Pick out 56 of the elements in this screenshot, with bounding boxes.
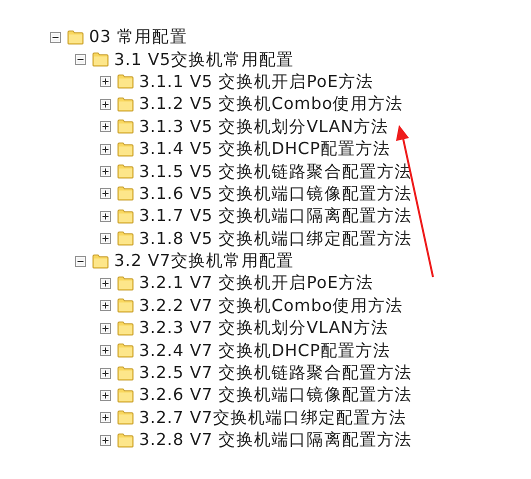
folder-icon [117, 186, 134, 202]
tree-item-label[interactable]: 3.1 V5交换机常用配置 [114, 48, 294, 71]
folder-icon [117, 231, 134, 246]
expander-icon[interactable] [100, 210, 111, 222]
tree-item-label[interactable]: 3.1.8 V5 交换机端口绑定配置方法 [139, 228, 412, 250]
tree-item-label[interactable]: 3.2.3 V7 交换机划分VLAN方法 [139, 317, 389, 340]
expander-icon[interactable] [100, 166, 111, 178]
expander-icon[interactable] [100, 121, 111, 132]
expander-icon[interactable] [100, 412, 111, 424]
folder-icon [117, 320, 134, 336]
folder-icon [117, 164, 134, 180]
tree-item-label[interactable]: 3.1.1 V5 交换机开启PoE方法 [139, 70, 374, 93]
folder-icon [117, 410, 134, 426]
folder-icon [67, 30, 84, 45]
tree-item-label[interactable]: 3.2.1 V7 交换机开启PoE方法 [139, 272, 374, 294]
expander-icon[interactable] [100, 144, 111, 155]
expander-icon[interactable] [75, 54, 86, 66]
tree-item-label[interactable]: 3.2.4 V7 交换机DHCP配置方法 [139, 340, 391, 362]
expander-icon[interactable] [100, 76, 111, 88]
folder-icon [117, 119, 134, 134]
folder-icon [117, 276, 134, 291]
expander-icon[interactable] [100, 98, 111, 110]
folder-icon [92, 254, 109, 269]
tree-item-label[interactable]: 3.2.2 V7 交换机Combo使用方法 [139, 294, 404, 317]
expander-icon[interactable] [100, 368, 111, 379]
folder-icon [117, 142, 134, 157]
expander-icon[interactable] [100, 233, 111, 244]
tree-item-label[interactable]: 3.1.3 V5 交换机划分VLAN方法 [139, 116, 389, 138]
tree-item-label[interactable]: 3.1.2 V5 交换机Combo使用方法 [139, 93, 404, 116]
expander-icon[interactable] [100, 188, 111, 200]
folder-icon [117, 96, 134, 112]
folder-icon [92, 52, 109, 68]
folder-icon [117, 343, 134, 358]
tree-item-label[interactable]: 3.2.6 V7 交换机端口镜像配置方法 [139, 384, 412, 406]
expander-icon[interactable] [100, 322, 111, 334]
folder-icon [117, 366, 134, 381]
folder-icon [117, 298, 134, 314]
expander-icon[interactable] [75, 256, 86, 267]
tree-item-label[interactable]: 3.2.8 V7 交换机端口隔离配置方法 [139, 429, 412, 452]
folder-icon [117, 388, 134, 403]
tree-item-label[interactable]: 3.2 V7交换机常用配置 [114, 250, 294, 272]
expander-icon[interactable] [50, 32, 61, 43]
tree-item-label[interactable]: 3.2.5 V7 交换机链路聚合配置方法 [139, 362, 412, 384]
expander-icon[interactable] [100, 390, 111, 401]
tree-item-label[interactable]: 03 常用配置 [89, 26, 188, 48]
tree-item-label[interactable]: 3.2.7 V7交换机端口绑定配置方法 [139, 406, 406, 429]
expander-icon[interactable] [100, 300, 111, 312]
expander-icon[interactable] [100, 278, 111, 289]
tree-item-label[interactable]: 3.1.4 V5 交换机DHCP配置方法 [139, 138, 391, 160]
folder-icon [117, 74, 134, 90]
expander-icon[interactable] [100, 345, 111, 356]
folder-icon [117, 432, 134, 448]
folder-icon [117, 208, 134, 224]
tree-item-label[interactable]: 3.1.7 V5 交换机端口隔离配置方法 [139, 205, 412, 228]
expander-icon[interactable] [100, 434, 111, 446]
tree-item-label[interactable]: 3.1.6 V5 交换机端口镜像配置方法 [139, 182, 412, 205]
